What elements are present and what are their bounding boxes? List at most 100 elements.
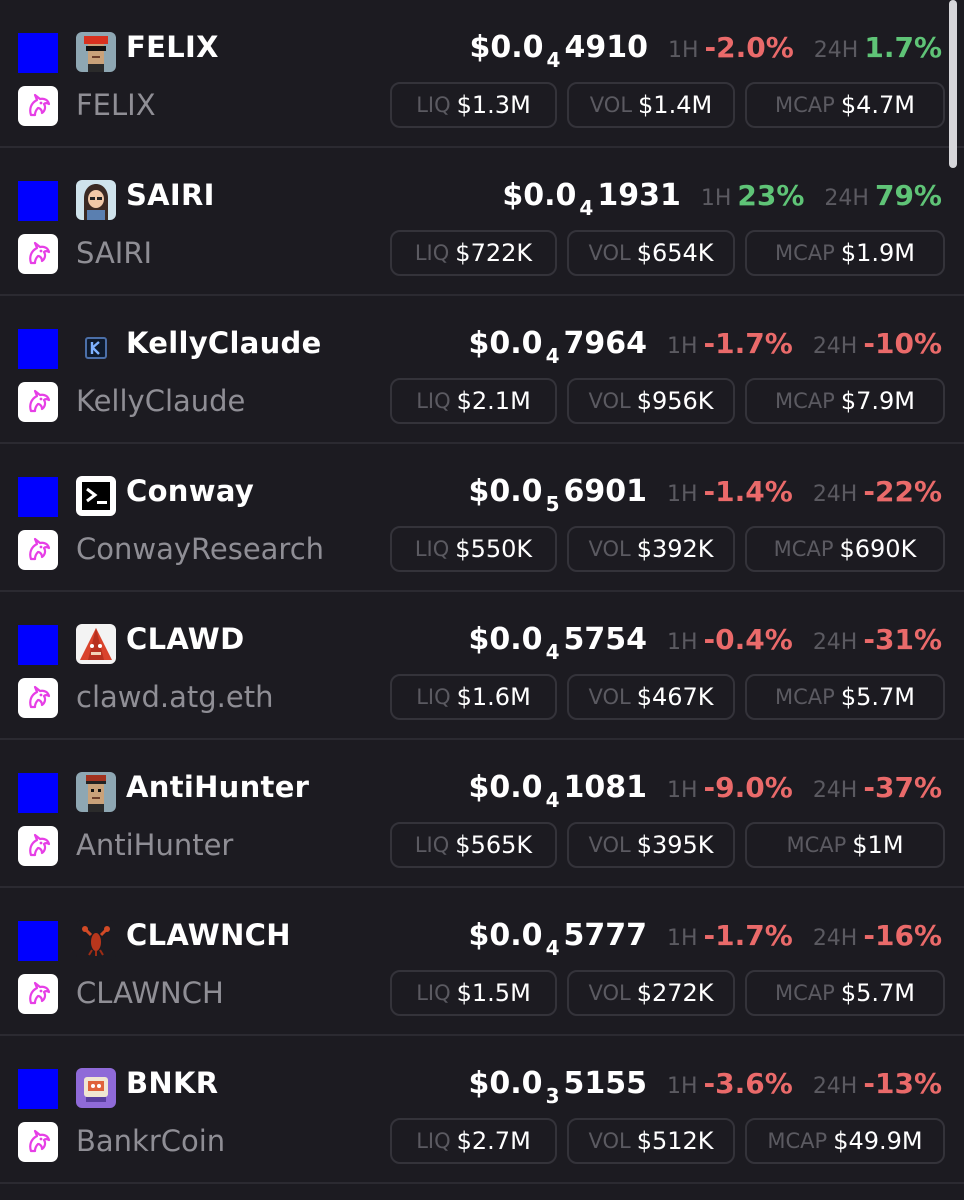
token-row[interactable]: BNKR BankrCoin $0.0 3 5155 1H -3.6% 24H -1… [0,1036,964,1184]
token-row[interactable]: FELIX FELIX $0.0 4 4910 1H -2.0% 24H 1.7% … [0,0,964,148]
liquidity-pill[interactable]: LIQ $722K [390,230,557,276]
market-cap-pill[interactable]: MCAP $1M [745,822,945,868]
cartoon-woman-avatar-icon [76,180,116,220]
volume-pill[interactable]: VOL $467K [567,674,735,720]
mcap-value: $690K [839,535,917,563]
price-prefix: $0.0 [468,326,543,361]
24h-change: -31% [863,623,942,656]
base-chain-icon [18,1069,58,1109]
1h-label: 1H [666,482,698,507]
token-row[interactable]: AntiHunter AntiHunter $0.0 4 1081 1H -9.0%… [0,740,964,888]
24h-label: 24H [812,778,858,803]
mcap-label: MCAP [775,981,835,1005]
price-prefix: $0.0 [468,474,543,509]
token-ticker: BNKR [126,1066,219,1100]
vol-label: VOL [589,93,633,117]
token-ticker: CLAWD [126,622,245,656]
mcap-label: MCAP [775,93,835,117]
price-stats: $0.0 5 6901 1H -1.4% 24H -22% [468,474,942,516]
price-stats: $0.0 4 5777 1H -1.7% 24H -16% [468,918,942,960]
token-ticker: Conway [126,474,255,508]
token-price: $0.0 5 6901 [468,474,647,516]
market-cap-pill[interactable]: MCAP $4.7M [745,82,945,128]
letter-k-logo-icon [76,328,116,368]
token-price: $0.0 4 7964 [468,326,647,368]
24h-change: -16% [863,919,942,952]
mcap-value: $4.7M [840,91,915,119]
liquidity-pill[interactable]: LIQ $1.5M [390,970,557,1016]
price-digits: 6901 [563,474,647,509]
token-price: $0.0 4 5777 [468,918,647,960]
token-row[interactable]: KellyClaude KellyClaude $0.0 4 7964 1H -1.… [0,296,964,444]
1h-label: 1H [700,186,732,211]
liq-value: $2.7M [456,1127,531,1155]
token-ticker: FELIX [126,30,219,64]
24h-change: -10% [863,327,942,360]
volume-pill[interactable]: VOL $392K [567,526,735,572]
metric-pills: LIQ $1.3M VOL $1.4M MCAP $4.7M [390,82,955,128]
mcap-value: $5.7M [840,979,915,1007]
token-price: $0.0 4 1081 [468,770,647,812]
1h-change: 23% [737,179,805,212]
token-name: ConwayResearch [76,532,325,566]
volume-pill[interactable]: VOL $395K [567,822,735,868]
price-stats: $0.0 4 7964 1H -1.7% 24H -10% [468,326,942,368]
24h-change: -37% [863,771,942,804]
price-prefix: $0.0 [468,918,543,953]
market-cap-pill[interactable]: MCAP $7.9M [745,378,945,424]
token-name: BankrCoin [76,1124,226,1158]
liquidity-pill[interactable]: LIQ $2.1M [390,378,557,424]
market-cap-pill[interactable]: MCAP $690K [745,526,945,572]
1h-label: 1H [667,38,699,63]
liquidity-pill[interactable]: LIQ $565K [390,822,557,868]
liquidity-pill[interactable]: LIQ $1.6M [390,674,557,720]
liquidity-pill[interactable]: LIQ $550K [390,526,557,572]
token-price: $0.0 4 1931 [502,178,680,220]
token-ticker: AntiHunter [126,770,310,804]
volume-pill[interactable]: VOL $956K [567,378,735,424]
base-chain-icon [18,181,58,221]
24h-label: 24H [824,186,869,211]
price-zero-count: 4 [545,640,560,664]
liquidity-pill[interactable]: LIQ $2.7M [390,1118,557,1164]
volume-pill[interactable]: VOL $654K [567,230,735,276]
token-row[interactable]: Conway ConwayResearch $0.0 5 6901 1H -1.4%… [0,444,964,592]
market-cap-pill[interactable]: MCAP $5.7M [745,970,945,1016]
price-zero-count: 4 [545,788,560,812]
1h-label: 1H [666,1074,698,1099]
token-name: CLAWNCH [76,976,224,1010]
market-cap-pill[interactable]: MCAP $5.7M [745,674,945,720]
1h-change: -1.4% [703,475,793,508]
price-prefix: $0.0 [468,770,543,805]
scrollbar[interactable] [949,0,957,168]
mcap-value: $1.9M [840,239,915,267]
liq-value: $550K [455,535,533,563]
24h-change: 79% [874,179,942,212]
liq-value: $565K [455,831,533,859]
vol-value: $395K [636,831,714,859]
token-row[interactable]: SAIRI SAIRI $0.0 4 1931 1H 23% 24H 79% LIQ… [0,148,964,296]
price-digits: 5777 [563,918,647,953]
24h-change: -13% [863,1067,942,1100]
price-stats: $0.0 4 4910 1H -2.0% 24H 1.7% [470,30,942,72]
price-prefix: $0.0 [502,178,577,213]
mcap-label: MCAP [775,389,835,413]
token-row[interactable]: CLAWD clawd.atg.eth $0.0 4 5754 1H -0.4% 2… [0,592,964,740]
mcap-value: $7.9M [840,387,915,415]
volume-pill[interactable]: VOL $1.4M [567,82,735,128]
price-digits: 5754 [563,622,647,657]
volume-pill[interactable]: VOL $512K [567,1118,735,1164]
base-chain-icon [18,773,58,813]
price-stats: $0.0 4 5754 1H -0.4% 24H -31% [469,622,942,664]
vol-value: $1.4M [638,91,713,119]
vol-value: $512K [636,1127,714,1155]
market-cap-pill[interactable]: MCAP $49.9M [745,1118,945,1164]
liquidity-pill[interactable]: LIQ $1.3M [390,82,557,128]
market-cap-pill[interactable]: MCAP $1.9M [745,230,945,276]
base-chain-icon [18,329,58,369]
token-list: FELIX FELIX $0.0 4 4910 1H -2.0% 24H 1.7% … [0,0,964,1184]
token-row[interactable]: CLAWNCH CLAWNCH $0.0 4 5777 1H -1.7% 24H -… [0,888,964,1036]
volume-pill[interactable]: VOL $272K [567,970,735,1016]
vol-label: VOL [588,685,631,709]
base-chain-icon [18,921,58,961]
